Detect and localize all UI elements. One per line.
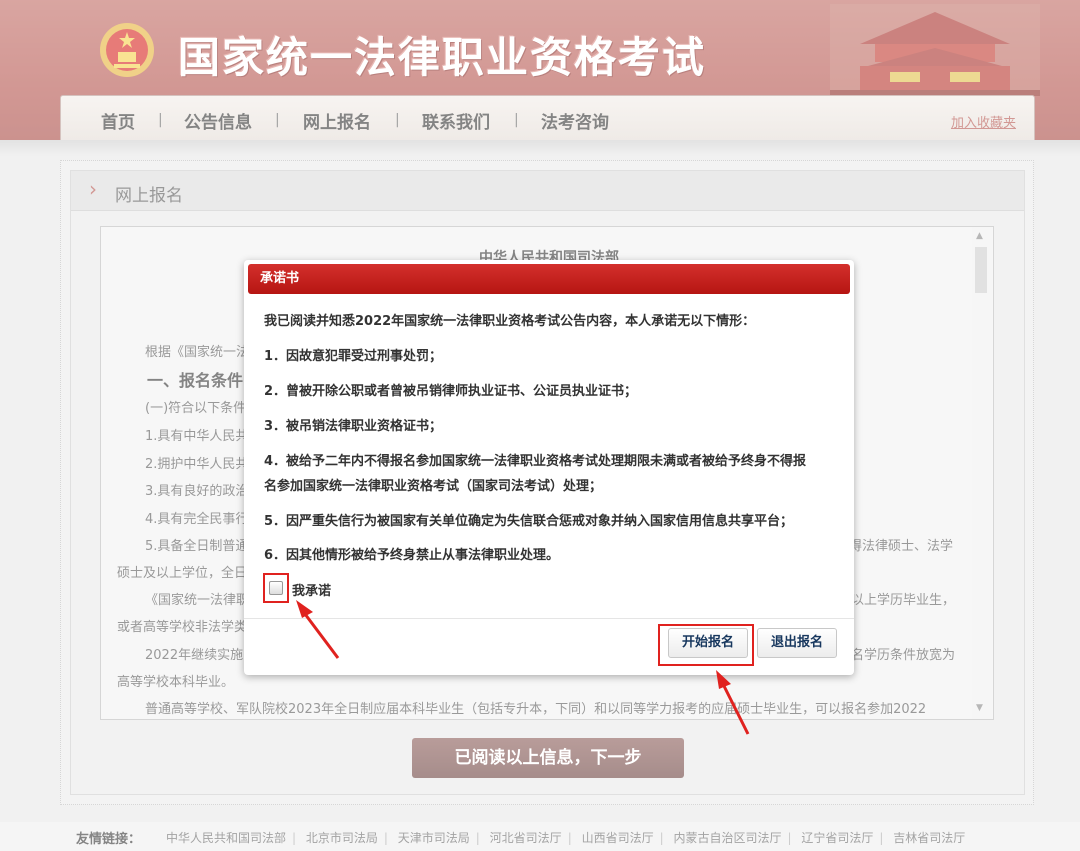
arrow-to-checkbox-head xyxy=(296,600,313,618)
arrow-to-checkbox xyxy=(300,609,340,659)
arrow-to-start-button xyxy=(720,681,750,735)
annotation-arrows xyxy=(296,600,750,735)
arrow-to-start-button-head xyxy=(716,670,731,689)
